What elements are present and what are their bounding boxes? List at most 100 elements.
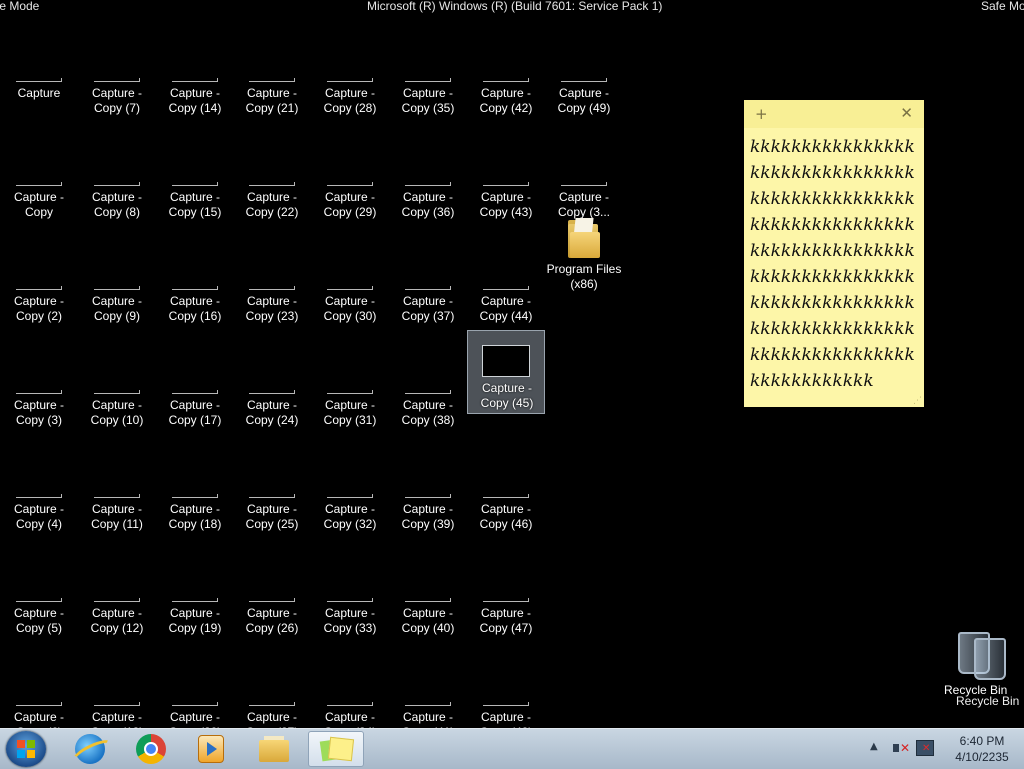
- start-button[interactable]: [6, 731, 46, 767]
- taskbar-media-player[interactable]: [183, 731, 239, 767]
- desktop-icon[interactable]: Capture - Copy (28): [311, 38, 389, 122]
- taskbar-windows-explorer[interactable]: [246, 731, 302, 767]
- recycle-bin[interactable]: Recycle Bin Recycle Bin: [940, 628, 1024, 710]
- image-file-icon: [92, 364, 142, 394]
- folder-icon: [568, 218, 600, 258]
- folder-icon: [259, 736, 289, 762]
- sticky-notes-icon: [319, 736, 355, 762]
- image-file-icon: [403, 572, 453, 602]
- new-note-button[interactable]: +: [755, 105, 768, 123]
- desktop-icon[interactable]: Capture - Copy (45): [467, 330, 545, 414]
- desktop-icon[interactable]: Capture - Copy (40): [389, 558, 467, 642]
- desktop-icon[interactable]: Capture - Copy (23): [233, 246, 311, 330]
- desktop-icon[interactable]: Capture - Copy (34): [311, 662, 389, 728]
- desktop-icon[interactable]: Capture - Copy (32): [311, 454, 389, 538]
- desktop-icon[interactable]: Capture - Copy (21): [233, 38, 311, 122]
- desktop-icon[interactable]: Capture - Copy (49): [545, 38, 623, 122]
- desktop-icon[interactable]: Capture - Copy (43): [467, 142, 545, 226]
- desktop-icon[interactable]: Capture - Copy (12): [78, 558, 156, 642]
- desktop-icon[interactable]: Capture - Copy (48): [467, 662, 545, 728]
- desktop-folder-program-files-x86[interactable]: Program Files (x86): [545, 216, 623, 300]
- desktop-icon[interactable]: Capture - Copy (3...: [545, 142, 623, 226]
- sticky-note-text[interactable]: kkkkkkkkkkkkkkkkkkkkkkkkkkkkkkkkkkkkkkkk…: [750, 134, 918, 394]
- desktop-icon[interactable]: Capture - Copy (5): [0, 558, 78, 642]
- image-file-icon: [14, 52, 64, 82]
- desktop-icon-label: Capture - Copy (11): [91, 502, 143, 531]
- desktop-icon[interactable]: Capture - Copy (10): [78, 350, 156, 434]
- image-file-icon: [247, 468, 297, 498]
- desktop-icon[interactable]: Capture - Copy (42): [467, 38, 545, 122]
- desktop-icon[interactable]: Capture - Copy (9): [78, 246, 156, 330]
- desktop-icon-label: Capture - Copy (31): [323, 398, 377, 427]
- taskbar-internet-explorer[interactable]: [62, 731, 118, 767]
- desktop: fe Mode Microsoft (R) Windows (R) (Build…: [0, 0, 1024, 728]
- image-file-icon: [481, 468, 531, 498]
- desktop-icon[interactable]: Capture: [0, 38, 78, 122]
- desktop-icon[interactable]: Capture - Copy (19): [156, 558, 234, 642]
- desktop-icon[interactable]: Capture - Copy (37): [389, 246, 467, 330]
- desktop-icon[interactable]: Capture - Copy (14): [156, 38, 234, 122]
- network-disconnected-icon[interactable]: [916, 740, 934, 756]
- desktop-icon[interactable]: Capture - Copy (38): [389, 350, 467, 434]
- image-file-icon: [481, 156, 531, 186]
- close-note-button[interactable]: ✕: [900, 104, 913, 122]
- desktop-icon[interactable]: Capture - Copy (4): [0, 454, 78, 538]
- image-file-icon: [14, 676, 64, 706]
- desktop-icon[interactable]: Capture - Copy (6): [0, 662, 78, 728]
- desktop-icon[interactable]: Capture - Copy (24): [233, 350, 311, 434]
- desktop-icon[interactable]: Capture - Copy (36): [389, 142, 467, 226]
- desktop-icon[interactable]: Capture - Copy (26): [233, 558, 311, 642]
- image-file-icon: [14, 572, 64, 602]
- image-file-icon: [14, 156, 64, 186]
- desktop-icon[interactable]: Capture - Copy (3): [0, 350, 78, 434]
- desktop-icon[interactable]: Capture - Copy: [0, 142, 78, 226]
- show-hidden-icons-button[interactable]: ▲: [870, 741, 878, 752]
- desktop-icon[interactable]: Capture - Copy (29): [311, 142, 389, 226]
- clock[interactable]: 6:40 PM 4/10/2235: [940, 733, 1024, 765]
- desktop-icon[interactable]: Capture - Copy (41): [389, 662, 467, 728]
- desktop-icon-label: Capture - Copy (49): [557, 86, 611, 115]
- image-file-icon: [92, 260, 142, 290]
- desktop-icon[interactable]: Capture - Copy (25): [233, 454, 311, 538]
- image-file-icon: [481, 52, 531, 82]
- desktop-icon[interactable]: Capture - Copy (7): [78, 38, 156, 122]
- desktop-icon-label: Capture - Copy (24): [245, 398, 299, 427]
- desktop-icon[interactable]: Capture - Copy (35): [389, 38, 467, 122]
- desktop-icon[interactable]: Capture - Copy (2): [0, 246, 78, 330]
- desktop-icon[interactable]: Capture - Copy (33): [311, 558, 389, 642]
- desktop-icon-label: Capture - Copy (38): [401, 398, 455, 427]
- desktop-icon[interactable]: Capture - Copy (46): [467, 454, 545, 538]
- desktop-icon-label: Capture - Copy (12): [90, 606, 144, 635]
- image-file-icon: [325, 52, 375, 82]
- desktop-icon[interactable]: Capture - Copy (17): [156, 350, 234, 434]
- desktop-icon[interactable]: Capture - Copy (11): [78, 454, 156, 538]
- image-file-icon: [325, 572, 375, 602]
- desktop-icon[interactable]: Capture - Copy (27): [233, 662, 311, 728]
- sticky-note[interactable]: + ✕ kkkkkkkkkkkkkkkkkkkkkkkkkkkkkkkkkkkk…: [744, 100, 924, 407]
- image-file-icon: [92, 676, 142, 706]
- image-file-icon: [92, 468, 142, 498]
- desktop-icon[interactable]: Capture - Copy (31): [311, 350, 389, 434]
- desktop-icon-label: Capture - Copy (40): [401, 606, 455, 635]
- volume-muted-icon[interactable]: ✕: [892, 740, 910, 756]
- desktop-icon-label: Capture - Copy (3): [13, 398, 65, 427]
- desktop-icon[interactable]: Capture - Copy (47): [467, 558, 545, 642]
- desktop-icon-label: Capture - Copy (39): [401, 502, 455, 531]
- desktop-icon[interactable]: Capture - Copy (30): [311, 246, 389, 330]
- sticky-note-header[interactable]: + ✕: [744, 100, 924, 128]
- desktop-icon[interactable]: Capture - Copy (22): [233, 142, 311, 226]
- image-file-icon: [92, 156, 142, 186]
- image-file-icon: [170, 52, 220, 82]
- desktop-icon[interactable]: Capture - Copy (20): [156, 662, 234, 728]
- desktop-icon[interactable]: Capture - Copy (16): [156, 246, 234, 330]
- taskbar-sticky-notes[interactable]: [308, 731, 364, 767]
- desktop-icon[interactable]: Capture - Copy (8): [78, 142, 156, 226]
- desktop-icon[interactable]: Capture - Copy (13): [78, 662, 156, 728]
- taskbar-chrome[interactable]: [123, 731, 179, 767]
- resize-grip-icon[interactable]: ⋰: [913, 396, 922, 406]
- desktop-icon[interactable]: Capture - Copy (15): [156, 142, 234, 226]
- desktop-icon-label: Capture - Copy (7): [91, 86, 143, 115]
- desktop-icon[interactable]: Capture - Copy (44): [467, 246, 545, 330]
- desktop-icon[interactable]: Capture - Copy (39): [389, 454, 467, 538]
- desktop-icon[interactable]: Capture - Copy (18): [156, 454, 234, 538]
